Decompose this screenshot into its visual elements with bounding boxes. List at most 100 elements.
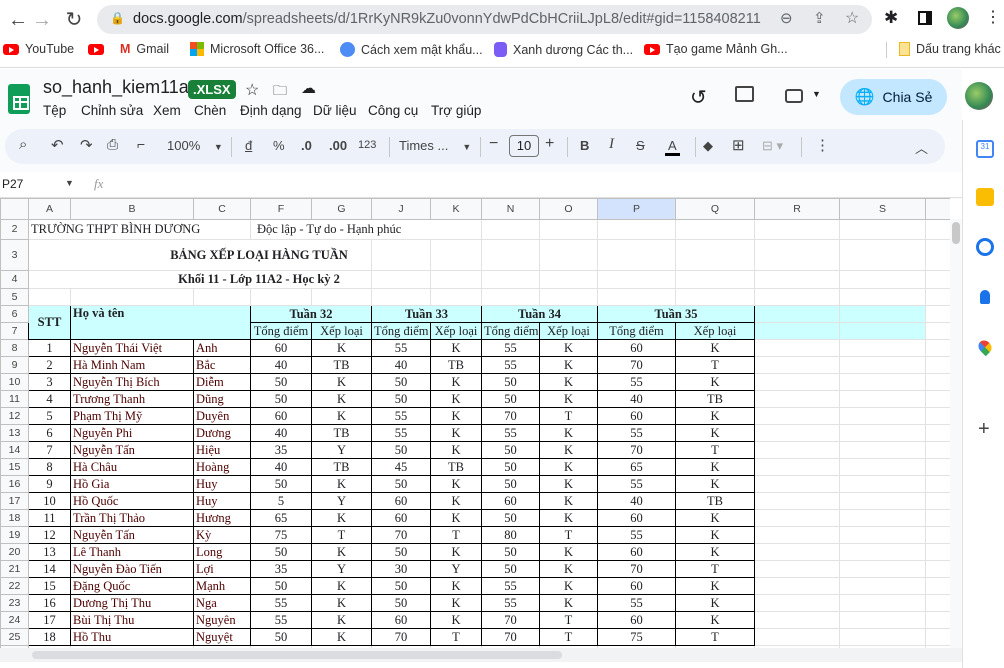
tasks-icon[interactable] bbox=[976, 238, 994, 256]
cell[interactable] bbox=[754, 611, 840, 629]
score-cell[interactable]: 50 bbox=[481, 509, 540, 527]
score-cell[interactable]: 55 bbox=[481, 356, 540, 374]
calendar-icon[interactable]: 31 bbox=[976, 140, 994, 158]
rank-cell[interactable]: T bbox=[311, 526, 372, 544]
more-menu-icon[interactable]: ⋮ bbox=[985, 7, 1001, 27]
borders-icon[interactable]: ⊞ bbox=[732, 136, 745, 154]
cell[interactable] bbox=[675, 219, 755, 240]
row-header-10[interactable]: 10 bbox=[0, 373, 29, 391]
rank-cell[interactable]: K bbox=[539, 424, 598, 442]
surname-cell[interactable]: Bùi Thị Thu bbox=[70, 611, 194, 629]
rank-cell[interactable]: T bbox=[539, 526, 598, 544]
rank-cell[interactable]: K bbox=[311, 339, 372, 357]
cell[interactable] bbox=[925, 492, 950, 510]
cell[interactable] bbox=[754, 424, 840, 442]
percent-button[interactable]: % bbox=[273, 138, 285, 153]
rank-cell[interactable]: K bbox=[311, 594, 372, 612]
cell[interactable] bbox=[754, 407, 840, 425]
score-cell[interactable]: 60 bbox=[597, 577, 676, 595]
currency-button[interactable]: đ bbox=[245, 138, 252, 153]
cell[interactable] bbox=[754, 305, 840, 323]
score-cell[interactable]: 55 bbox=[250, 594, 312, 612]
rank-cell[interactable]: K bbox=[675, 424, 755, 442]
cell[interactable] bbox=[839, 543, 926, 561]
cell[interactable] bbox=[925, 628, 950, 646]
row-header-21[interactable]: 21 bbox=[0, 560, 29, 578]
sheets-logo[interactable] bbox=[8, 84, 30, 114]
score-cell[interactable]: 50 bbox=[481, 560, 540, 578]
select-all-corner[interactable] bbox=[0, 198, 29, 220]
cell[interactable] bbox=[754, 270, 840, 289]
rank-cell[interactable]: K bbox=[539, 390, 598, 408]
cell[interactable] bbox=[481, 288, 540, 306]
row-header-14[interactable]: 14 bbox=[0, 441, 29, 459]
row-header-20[interactable]: 20 bbox=[0, 543, 29, 561]
rank-cell[interactable]: K bbox=[311, 373, 372, 391]
vertical-scrollbar[interactable] bbox=[950, 219, 962, 648]
school-name-cell[interactable]: TRƯỜNG THPT BÌNH DƯƠNG bbox=[28, 219, 251, 240]
cell[interactable] bbox=[839, 373, 926, 391]
more-options-icon[interactable]: ⋮ bbox=[815, 136, 830, 154]
score-cell[interactable]: 60 bbox=[371, 492, 431, 510]
cell[interactable] bbox=[839, 560, 926, 578]
bookmark-password[interactable]: Cách xem mật khẩu... bbox=[340, 42, 483, 57]
given-name-cell[interactable]: Duyên bbox=[193, 407, 251, 425]
share-button[interactable]: 🌐 Chia Sẻ bbox=[840, 79, 947, 115]
cell[interactable] bbox=[754, 390, 840, 408]
cell[interactable] bbox=[839, 322, 926, 340]
cell[interactable] bbox=[839, 594, 926, 612]
cell[interactable] bbox=[430, 270, 482, 289]
score-cell[interactable]: 70 bbox=[371, 526, 431, 544]
surname-cell[interactable]: Phạm Thị Mỹ bbox=[70, 407, 194, 425]
menu-insert[interactable]: Chèn bbox=[194, 103, 226, 118]
score-cell[interactable]: 50 bbox=[371, 475, 431, 493]
given-name-cell[interactable]: Hiệu bbox=[193, 441, 251, 459]
score-cell[interactable]: 55 bbox=[371, 424, 431, 442]
cell[interactable] bbox=[839, 339, 926, 357]
cell[interactable] bbox=[925, 373, 950, 391]
cell[interactable] bbox=[754, 356, 840, 374]
row-header-8[interactable]: 8 bbox=[0, 339, 29, 357]
rank-cell[interactable]: K bbox=[539, 475, 598, 493]
row-header-16[interactable]: 16 bbox=[0, 475, 29, 493]
increase-decimal-button[interactable]: .00 bbox=[329, 138, 347, 153]
paint-format-icon[interactable]: ⌐ bbox=[137, 136, 145, 152]
bookmark-microsoft[interactable]: Microsoft Office 36... bbox=[190, 42, 324, 56]
text-color-icon[interactable]: A bbox=[665, 138, 680, 156]
rank-cell[interactable]: K bbox=[430, 373, 482, 391]
cell[interactable] bbox=[754, 441, 840, 459]
score-cell[interactable]: 50 bbox=[371, 577, 431, 595]
rank-cell[interactable]: K bbox=[430, 475, 482, 493]
row-header-4[interactable]: 4 bbox=[0, 270, 29, 289]
surname-cell[interactable]: Nguyễn Tấn bbox=[70, 526, 194, 544]
stt-cell[interactable]: 2 bbox=[28, 356, 71, 374]
rank-cell[interactable]: T bbox=[539, 407, 598, 425]
bookmark-star-icon[interactable]: ☆ bbox=[845, 8, 859, 28]
stt-cell[interactable]: 13 bbox=[28, 543, 71, 561]
stt-cell[interactable]: 9 bbox=[28, 475, 71, 493]
rank-cell[interactable]: K bbox=[539, 509, 598, 527]
cell[interactable] bbox=[839, 407, 926, 425]
score-cell[interactable]: 55 bbox=[597, 373, 676, 391]
row-header-25[interactable]: 25 bbox=[0, 628, 29, 646]
row-header-18[interactable]: 18 bbox=[0, 509, 29, 527]
header-score[interactable]: Tổng điểm bbox=[371, 322, 431, 340]
column-header[interactable] bbox=[925, 198, 950, 220]
score-cell[interactable]: 60 bbox=[597, 543, 676, 561]
version-history-icon[interactable]: ↺ bbox=[690, 85, 707, 110]
cell[interactable] bbox=[839, 390, 926, 408]
cell[interactable] bbox=[597, 270, 676, 289]
cell[interactable] bbox=[839, 475, 926, 493]
rank-cell[interactable]: K bbox=[311, 509, 372, 527]
rank-cell[interactable]: K bbox=[430, 594, 482, 612]
bookmark-gmail[interactable]: M Gmail bbox=[88, 42, 169, 56]
more-formats-button[interactable]: 123 bbox=[358, 139, 376, 151]
score-cell[interactable]: 50 bbox=[481, 458, 540, 476]
column-header-a[interactable]: A bbox=[28, 198, 71, 220]
cell[interactable] bbox=[925, 239, 950, 271]
rank-cell[interactable]: T bbox=[430, 628, 482, 646]
cell[interactable] bbox=[925, 407, 950, 425]
bookmark-tao-game[interactable]: Tạo game Mảnh Gh... bbox=[644, 42, 788, 56]
rank-cell[interactable]: Y bbox=[311, 441, 372, 459]
score-cell[interactable]: 50 bbox=[371, 373, 431, 391]
